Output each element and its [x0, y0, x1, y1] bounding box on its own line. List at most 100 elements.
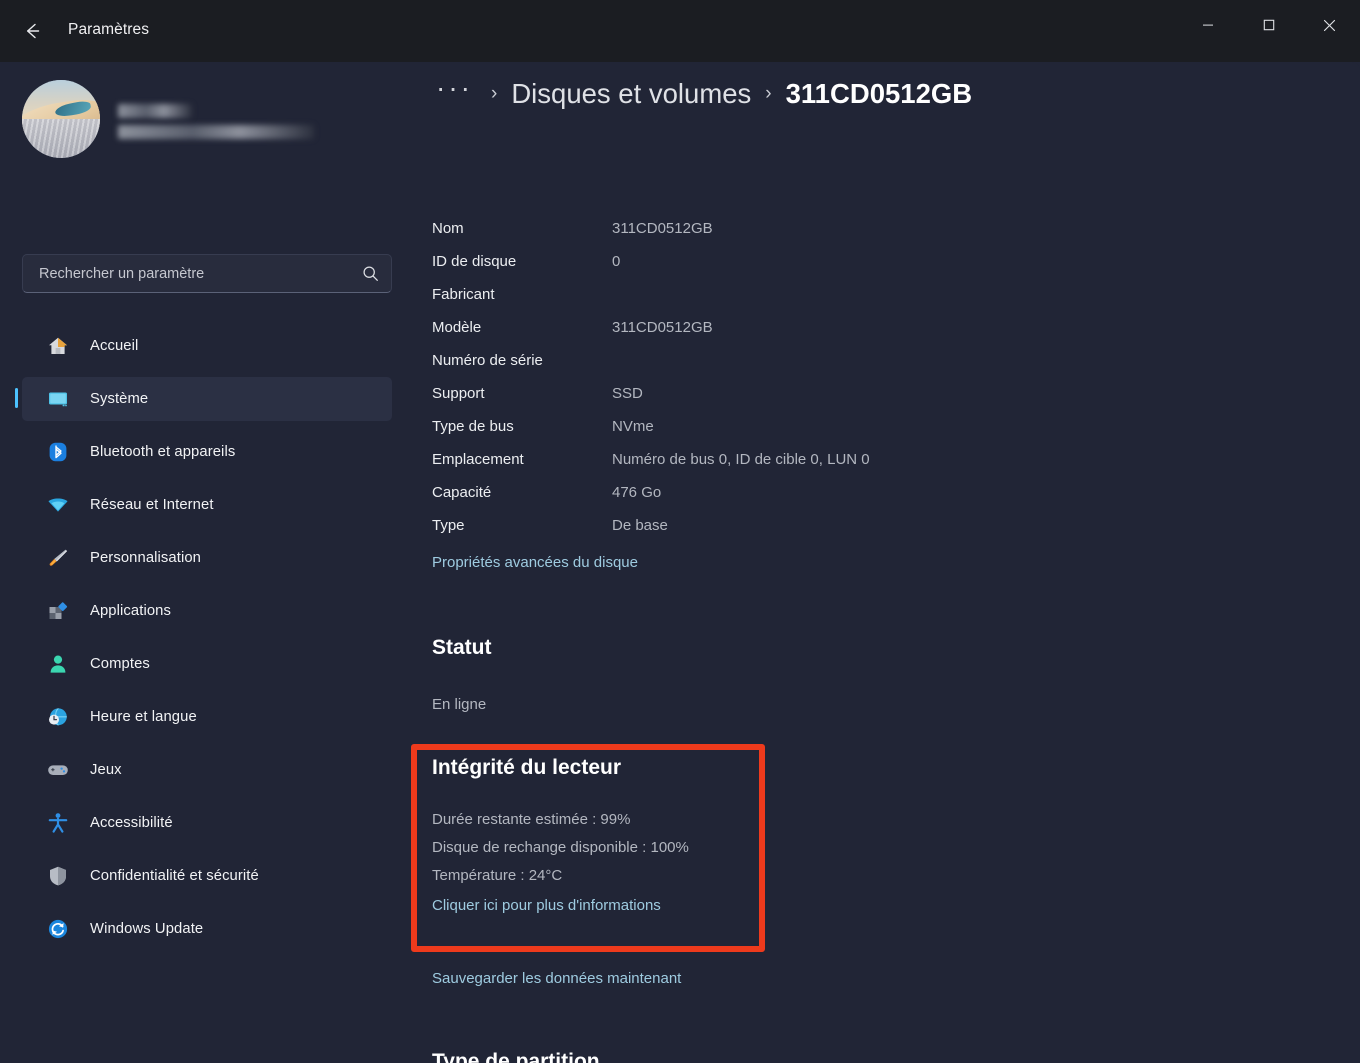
sidebar-item-reseau[interactable]: Réseau et Internet — [22, 483, 392, 527]
property-value: NVme — [612, 418, 654, 435]
sidebar-item-label: Accueil — [90, 338, 139, 354]
sidebar-item-systeme[interactable]: Système — [15, 377, 392, 421]
sidebar-item-label: Comptes — [90, 656, 150, 672]
property-row: Capacité 476 Go — [432, 476, 1132, 509]
spare-available: Disque de rechange disponible : 100% — [432, 839, 689, 856]
sidebar-item-accessibilite[interactable]: Accessibilité — [22, 801, 392, 845]
sidebar-item-label: Heure et langue — [90, 709, 197, 725]
back-button[interactable] — [14, 14, 50, 48]
sidebar-item-label: Accessibilité — [90, 815, 173, 831]
account-text — [118, 100, 314, 139]
drive-temperature: Température : 24°C — [432, 867, 563, 884]
sidebar-item-jeux[interactable]: Jeux — [22, 748, 392, 792]
sidebar-item-label: Personnalisation — [90, 550, 202, 566]
sidebar: Accueil Système — [0, 62, 412, 1063]
main-content: ··· › Disques et volumes › 311CD0512GB N… — [412, 62, 1360, 1063]
property-key: Fabricant — [432, 286, 495, 303]
gamepad-icon — [46, 758, 70, 782]
minimize-icon — [1202, 24, 1213, 26]
property-row: Nom 311CD0512GB — [432, 212, 1132, 245]
search-input[interactable] — [39, 265, 362, 282]
account-section[interactable] — [22, 80, 314, 158]
monitor-icon — [46, 387, 70, 411]
estimated-remaining-life: Durée restante estimée : 99% — [432, 811, 631, 828]
status-value: En ligne — [432, 696, 487, 713]
property-row: Modèle 311CD0512GB — [432, 311, 1132, 344]
drive-health-section: Intégrité du lecteur Durée restante esti… — [432, 756, 792, 915]
settings-window: Paramètres Rechercher un paramètre Accue… — [0, 0, 1360, 1063]
property-row: Emplacement Numéro de bus 0, ID de cible… — [432, 443, 1132, 476]
property-value: 476 Go — [612, 484, 662, 501]
property-row: Type de bus NVme — [432, 410, 1132, 443]
property-row: Support SSD — [432, 377, 1132, 410]
sidebar-item-label: Applications — [90, 603, 171, 619]
search-icon — [362, 265, 379, 282]
property-key: Type de bus — [432, 418, 514, 435]
home-icon — [46, 334, 70, 358]
property-key: ID de disque — [432, 253, 517, 270]
property-row: Numéro de série — [432, 344, 1132, 377]
window-body: Accueil Système — [0, 62, 1360, 1063]
close-button[interactable] — [1299, 0, 1360, 50]
breadcrumb-overflow-button[interactable]: ··· — [432, 74, 477, 102]
sidebar-item-label: Jeux — [90, 762, 122, 778]
sidebar-item-windows-update[interactable]: Windows Update — [22, 907, 392, 951]
breadcrumb-separator-icon: › — [490, 83, 498, 104]
app-title: Paramètres — [68, 21, 150, 38]
property-value: Numéro de bus 0, ID de cible 0, LUN 0 — [612, 451, 870, 468]
property-key: Nom — [432, 220, 464, 237]
property-key: Support — [432, 385, 485, 402]
property-key: Numéro de série — [432, 352, 543, 369]
property-value: 311CD0512GB — [612, 220, 713, 237]
breadcrumb-parent-link[interactable]: Disques et volumes — [511, 78, 751, 110]
close-icon — [1323, 19, 1336, 31]
sidebar-nav: Accueil Système Bluetooth et appareils R… — [15, 324, 392, 960]
sidebar-item-comptes[interactable]: Comptes — [22, 642, 392, 686]
sidebar-item-label: Confidentialité et sécurité — [90, 868, 259, 884]
avatar-sand — [22, 119, 100, 158]
property-row: ID de disque 0 — [432, 245, 1132, 278]
advanced-disk-properties-link[interactable]: Propriétés avancées du disque — [432, 554, 638, 571]
update-icon — [46, 917, 70, 941]
bluetooth-icon — [46, 440, 70, 464]
property-key: Type — [432, 517, 465, 534]
property-row: Type De base — [432, 509, 1132, 542]
sidebar-item-accueil[interactable]: Accueil — [22, 324, 392, 368]
apps-icon — [46, 599, 70, 623]
disk-properties-list: Nom 311CD0512GB ID de disque 0 Fabricant… — [432, 212, 1132, 542]
property-key: Modèle — [432, 319, 482, 336]
paintbrush-icon — [46, 546, 70, 570]
property-value: De base — [612, 517, 668, 534]
account-name-redacted — [118, 103, 192, 118]
more-info-link[interactable]: Cliquer ici pour plus d'informations — [432, 897, 661, 914]
search-box[interactable] — [22, 254, 392, 293]
clock-globe-icon — [46, 705, 70, 729]
shield-icon — [46, 864, 70, 888]
sidebar-item-label: Windows Update — [90, 921, 204, 937]
property-key: Capacité — [432, 484, 492, 501]
maximize-button[interactable] — [1238, 0, 1299, 50]
property-row: Fabricant — [432, 278, 1132, 311]
page-title: 311CD0512GB — [785, 78, 973, 109]
property-value: 0 — [612, 253, 621, 270]
sidebar-item-confidentialite[interactable]: Confidentialité et sécurité — [22, 854, 392, 898]
property-value: SSD — [612, 385, 643, 402]
sidebar-item-personnalisation[interactable]: Personnalisation — [22, 536, 392, 580]
sidebar-item-label: Bluetooth et appareils — [90, 444, 236, 460]
title-bar: Paramètres — [0, 0, 1360, 62]
minimize-button[interactable] — [1177, 0, 1238, 50]
sidebar-item-heure-langue[interactable]: Heure et langue — [22, 695, 392, 739]
account-email-redacted — [118, 124, 314, 139]
backup-data-link[interactable]: Sauvegarder les données maintenant — [432, 970, 681, 987]
status-section-title: Statut — [432, 636, 492, 659]
sidebar-item-bluetooth[interactable]: Bluetooth et appareils — [22, 430, 392, 474]
sidebar-item-applications[interactable]: Applications — [22, 589, 392, 633]
accessibility-icon — [46, 811, 70, 835]
avatar[interactable] — [22, 80, 100, 158]
wifi-icon — [46, 493, 70, 517]
back-arrow-icon — [26, 23, 40, 39]
breadcrumb: ··· › Disques et volumes › 311CD0512GB — [432, 74, 973, 110]
maximize-icon — [1263, 19, 1274, 31]
drive-health-title: Intégrité du lecteur — [432, 756, 622, 779]
property-value: 311CD0512GB — [612, 319, 713, 336]
